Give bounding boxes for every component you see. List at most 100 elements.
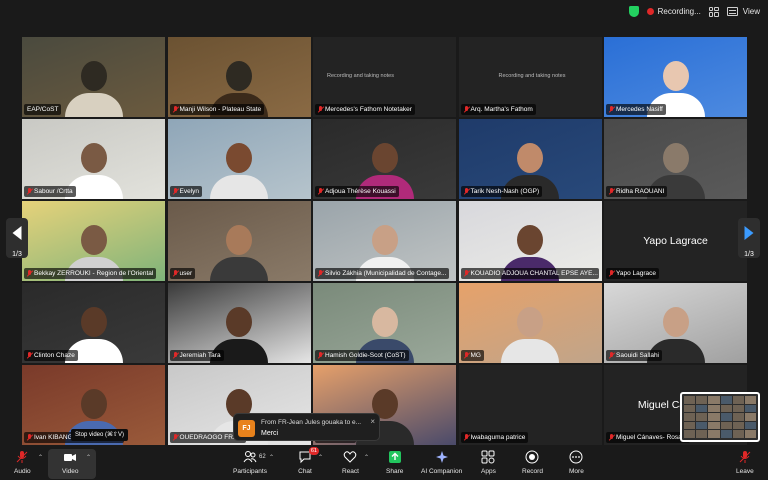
participant-tile[interactable]: Hamish Goldie-Scot (CoST): [313, 283, 456, 363]
participant-nameplate: Saouidi Sallahi: [606, 350, 663, 361]
participant-name: user: [179, 270, 193, 277]
chat-bubble-icon: 61: [298, 447, 319, 464]
chat-notification[interactable]: FJ From FR-Jean Jules gouaka to e... Mer…: [233, 413, 380, 441]
mic-muted-icon: [173, 188, 178, 195]
mic-muted-icon: [173, 270, 178, 277]
more-button[interactable]: More: [569, 450, 584, 475]
participant-tile[interactable]: Saouidi Sallahi: [604, 283, 747, 363]
leave-button[interactable]: Leave: [736, 450, 754, 475]
participant-tile[interactable]: Jeremiah Tara: [167, 283, 311, 363]
mic-muted-icon: [609, 188, 614, 195]
react-options-chevron-up-icon[interactable]: ⌃: [364, 454, 369, 461]
participant-tile[interactable]: Clinton Chaze: [22, 283, 165, 363]
participant-tile[interactable]: Ridha RAOUANI: [604, 119, 747, 199]
participant-name: Saouidi Sallahi: [616, 352, 660, 359]
participant-tile[interactable]: Tarik Nesh-Nash (OGP): [458, 119, 602, 199]
page-indicator-right: 1/3: [744, 251, 754, 258]
heart-icon: [344, 451, 357, 463]
recording-indicator[interactable]: Recording...: [646, 7, 701, 16]
mic-muted-icon: [173, 352, 178, 359]
participant-tile[interactable]: Evelyn: [167, 119, 311, 199]
participant-tile[interactable]: Bekkay ZERROUKI - Region de l'Oriental: [22, 201, 165, 281]
participant-name: Sabour /Crtta: [34, 188, 73, 195]
meeting-top-bar: Recording... View: [0, 0, 768, 28]
record-icon: [525, 450, 539, 464]
participant-tile[interactable]: Manji Wilson - Plateau State: [167, 37, 311, 117]
participant-nameplate: Mercedes Nasiff: [606, 104, 666, 115]
chevron-right-icon: [744, 226, 754, 240]
participant-name: Tarik Nesh-Nash (OGP): [470, 188, 540, 195]
participant-nameplate: Miguel Cánaves- Rosa...: [606, 432, 691, 443]
ai-companion-button[interactable]: AI Companion: [421, 450, 462, 475]
leave-mic-icon: [739, 451, 751, 463]
chat-message-text: Merci: [261, 430, 279, 437]
chat-sender-avatar: FJ: [238, 420, 255, 437]
participant-nameplate: Iwabaguma patrice: [460, 432, 529, 443]
tile-caption: Recording and taking notes: [498, 73, 566, 79]
participant-name: Manji Wilson - Plateau State: [179, 106, 262, 113]
participant-tile[interactable]: user: [167, 201, 311, 281]
participant-tile[interactable]: Recording and taking notes Arq. Martha's …: [458, 37, 602, 117]
participant-tile[interactable]: MG: [458, 283, 602, 363]
mic-muted-icon: [464, 188, 469, 195]
participant-nameplate: Adjoua Thérèse Kouassi: [315, 186, 399, 197]
participants-options-chevron-up-icon[interactable]: ⌃: [269, 454, 274, 461]
participant-name: Iwabaguma patrice: [470, 434, 526, 441]
participant-tile[interactable]: Sabour /Crtta: [22, 119, 165, 199]
mic-muted-icon: [173, 106, 178, 113]
participants-count: 62: [259, 454, 266, 460]
video-gallery: EAP/CoST Manji Wilson - Plateau State Reco…: [22, 37, 747, 445]
share-button[interactable]: Share: [386, 450, 403, 475]
video-options-chevron-up-icon[interactable]: ⌃: [86, 454, 91, 461]
record-button[interactable]: Record: [522, 450, 543, 475]
self-view-screen-preview: [684, 396, 756, 438]
mic-muted-icon: [464, 270, 469, 277]
participant-nameplate: Clinton Chaze: [24, 350, 78, 361]
mic-muted-icon: [609, 106, 614, 113]
close-icon[interactable]: ×: [370, 417, 375, 426]
participant-tile[interactable]: Silvio Zákhia (Municipalidad de Contage.…: [313, 201, 456, 281]
mic-muted-icon: [318, 352, 323, 359]
participant-name: Hamish Goldie-Scot (CoST): [325, 352, 406, 359]
mic-muted-icon: [27, 188, 32, 195]
participant-name: Bekkay ZERROUKI - Region de l'Oriental: [34, 270, 154, 277]
apps-label: Apps: [481, 468, 496, 475]
participant-tile[interactable]: Adjoua Thérèse Kouassi: [313, 119, 456, 199]
participants-label: Participants: [233, 468, 267, 475]
participant-name: Ridha RAOUANI: [616, 188, 665, 195]
participants-icon: [243, 451, 257, 463]
gallery-grid-icon[interactable]: [708, 6, 719, 17]
page-indicator-left: 1/3: [12, 251, 22, 258]
participant-tile[interactable]: EAP/CoST: [22, 37, 165, 117]
recording-dot-icon: [646, 8, 654, 15]
chat-button[interactable]: 61 Chat: [298, 447, 319, 475]
view-label: View: [742, 7, 760, 16]
recording-label: Recording...: [657, 7, 701, 16]
view-button[interactable]: View: [726, 7, 760, 16]
participant-silhouette: [210, 225, 268, 281]
audio-button[interactable]: Audio: [14, 450, 31, 475]
video-button[interactable]: Video: [62, 450, 79, 475]
audio-label: Audio: [14, 468, 31, 475]
participant-name: Yapo Lagrace: [616, 270, 656, 277]
participant-tile[interactable]: KOUADIO ADJOUA CHANTAL EPSE AYE...: [458, 201, 602, 281]
participant-tile[interactable]: Iwabaguma patrice: [458, 365, 602, 445]
apps-grid-icon: [481, 450, 495, 464]
react-button[interactable]: React: [342, 450, 359, 475]
audio-options-chevron-up-icon[interactable]: ⌃: [38, 454, 43, 461]
participant-nameplate: KOUADIO ADJOUA CHANTAL EPSE AYE...: [460, 268, 599, 279]
participant-big-name: Yapo Lagrace: [643, 235, 708, 247]
participant-name: Arq. Martha's Fathom: [470, 106, 533, 113]
security-shield-icon[interactable]: [628, 6, 639, 17]
react-label: React: [342, 468, 359, 475]
self-view-thumbnail[interactable]: [680, 392, 760, 442]
participant-nameplate: Arq. Martha's Fathom: [460, 104, 536, 115]
participant-nameplate: user: [169, 268, 196, 279]
video-camera-icon: [64, 454, 77, 461]
participant-tile[interactable]: Mercedes Nasiff: [604, 37, 747, 117]
mic-muted-icon: [609, 434, 614, 441]
participant-tile[interactable]: Recording and taking notes Mercedes's Fat…: [313, 37, 456, 117]
participant-tile[interactable]: Yapo Lagrace Yapo Lagrace: [604, 201, 747, 281]
chat-options-chevron-up-icon[interactable]: ⌃: [318, 454, 323, 461]
apps-button[interactable]: Apps: [481, 450, 496, 475]
